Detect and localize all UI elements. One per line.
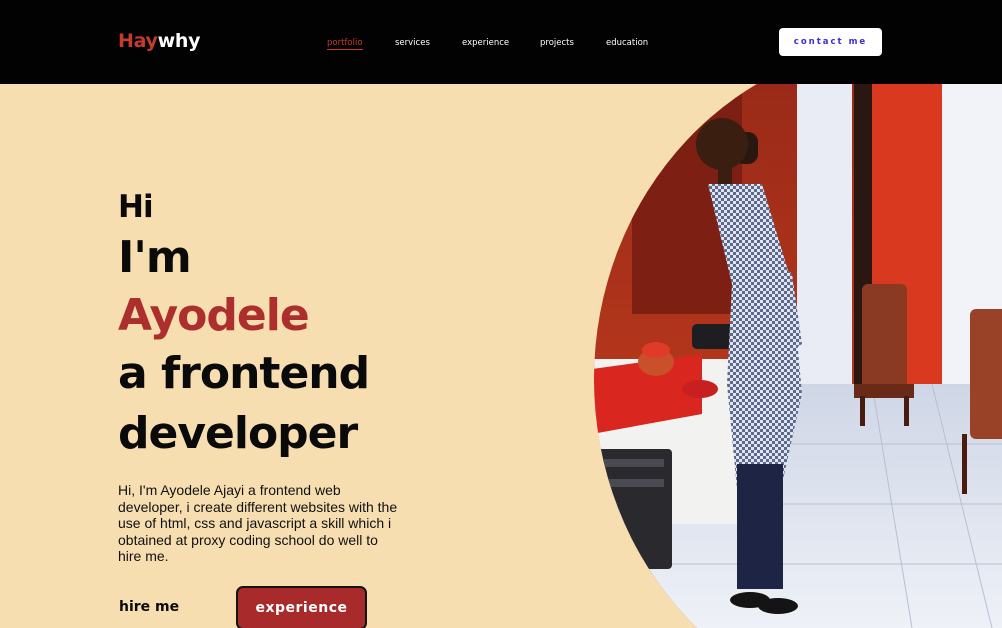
navbar: Haywhy portfolio services experience pro… (0, 0, 1002, 84)
logo[interactable]: Haywhy (118, 30, 201, 52)
hero-greeting: Hi (118, 189, 154, 225)
logo-part-hay: Hay (118, 30, 158, 52)
hero-intro-text: Hi, I'm Ayodele Ajayi a frontend web dev… (118, 482, 398, 564)
logo-part-why: why (157, 30, 201, 52)
nav-link-projects[interactable]: projects (540, 38, 574, 48)
nav-link-experience[interactable]: experience (462, 38, 509, 48)
portrait-illustration (594, 84, 1002, 628)
experience-button[interactable]: experience (236, 586, 367, 628)
contact-me-button[interactable]: contact me (779, 28, 882, 56)
nav-link-services[interactable]: services (395, 38, 430, 48)
hire-me-link[interactable]: hire me (119, 599, 179, 615)
nav-link-portfolio[interactable]: portfolio (327, 38, 363, 50)
hero-role-line-1: a frontend (118, 348, 370, 399)
portrait-photo (592, 84, 1002, 628)
hero-im: I'm (118, 232, 192, 283)
hero-role-line-2: developer (118, 408, 358, 459)
hero-name: Ayodele (118, 290, 310, 341)
nav-link-education[interactable]: education (606, 38, 648, 48)
